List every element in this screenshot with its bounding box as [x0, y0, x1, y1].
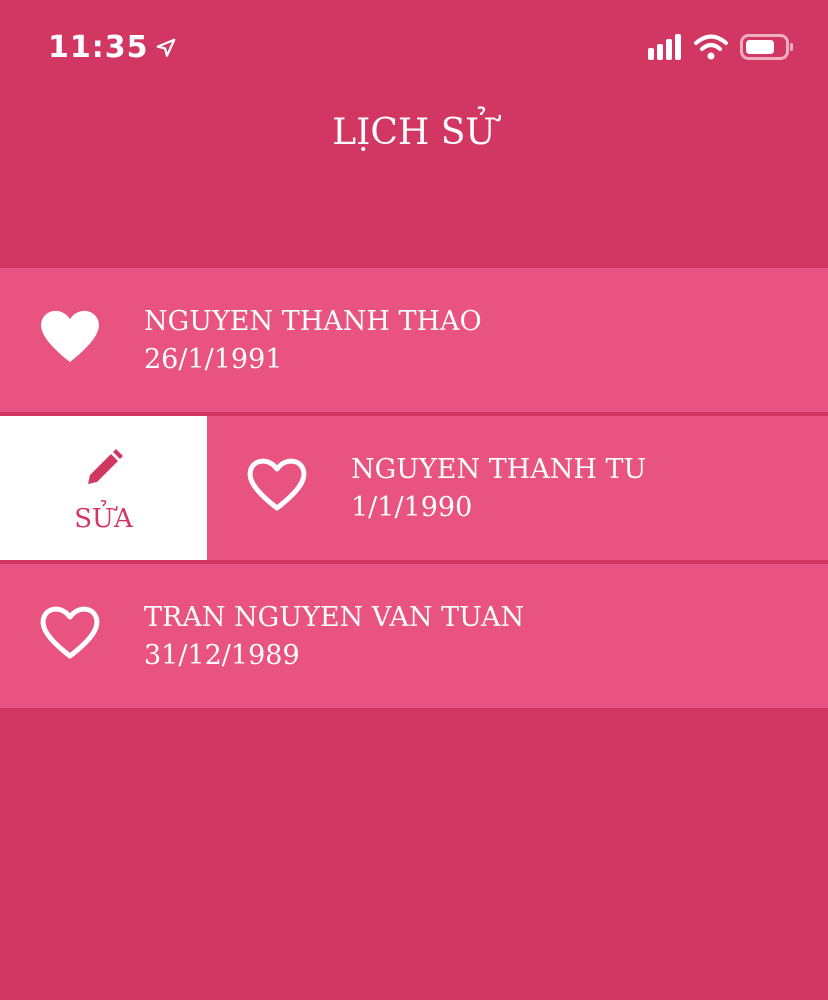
history-item-text: NGUYEN THANH TU 1/1/1990 [351, 452, 646, 528]
history-item-date: 1/1/1990 [351, 492, 473, 523]
history-item-date: 26/1/1991 [144, 344, 283, 375]
edit-label: SỬA [74, 504, 133, 534]
history-item-date: 31/12/1989 [144, 640, 300, 671]
heart-outline-icon[interactable] [245, 452, 309, 516]
status-time: 11:35 [48, 30, 177, 65]
history-item-content[interactable]: NGUYEN THANH THAO 26/1/1991 [0, 268, 828, 412]
location-arrow-icon [156, 38, 175, 57]
battery-icon [740, 34, 793, 60]
history-item[interactable]: TRAN NGUYEN VAN TUAN 31/12/1989 [0, 564, 828, 708]
history-item-text: NGUYEN THANH THAO 26/1/1991 [144, 304, 482, 380]
history-item-content[interactable]: NGUYEN THANH TU 1/1/1990 [207, 416, 828, 560]
status-bar: 11:35 [0, 0, 828, 100]
wifi-icon [694, 34, 728, 60]
page-title: LỊCH SỬ [332, 112, 496, 153]
history-item[interactable]: SỬA NGUYEN THANH TU 1/1/1990 [0, 416, 828, 560]
status-indicators [648, 34, 794, 60]
pencil-icon [88, 449, 123, 484]
time-text: 11:35 [48, 30, 149, 65]
signal-icon [648, 34, 681, 60]
history-item-content[interactable]: TRAN NGUYEN VAN TUAN 31/12/1989 [0, 564, 828, 708]
history-item-text: TRAN NGUYEN VAN TUAN 31/12/1989 [144, 600, 524, 676]
history-item-name: NGUYEN THANH THAO [144, 306, 482, 337]
edit-button[interactable]: SỬA [0, 416, 207, 560]
history-item[interactable]: NGUYEN THANH THAO 26/1/1991 [0, 268, 828, 412]
history-item-name: TRAN NGUYEN VAN TUAN [144, 602, 525, 633]
heart-outline-icon[interactable] [38, 600, 102, 664]
heart-filled-icon[interactable] [38, 304, 102, 368]
history-list: NGUYEN THANH THAO 26/1/1991 SỬA NGUYEN T… [0, 268, 828, 712]
history-item-name: NGUYEN THANH TU [351, 454, 647, 485]
